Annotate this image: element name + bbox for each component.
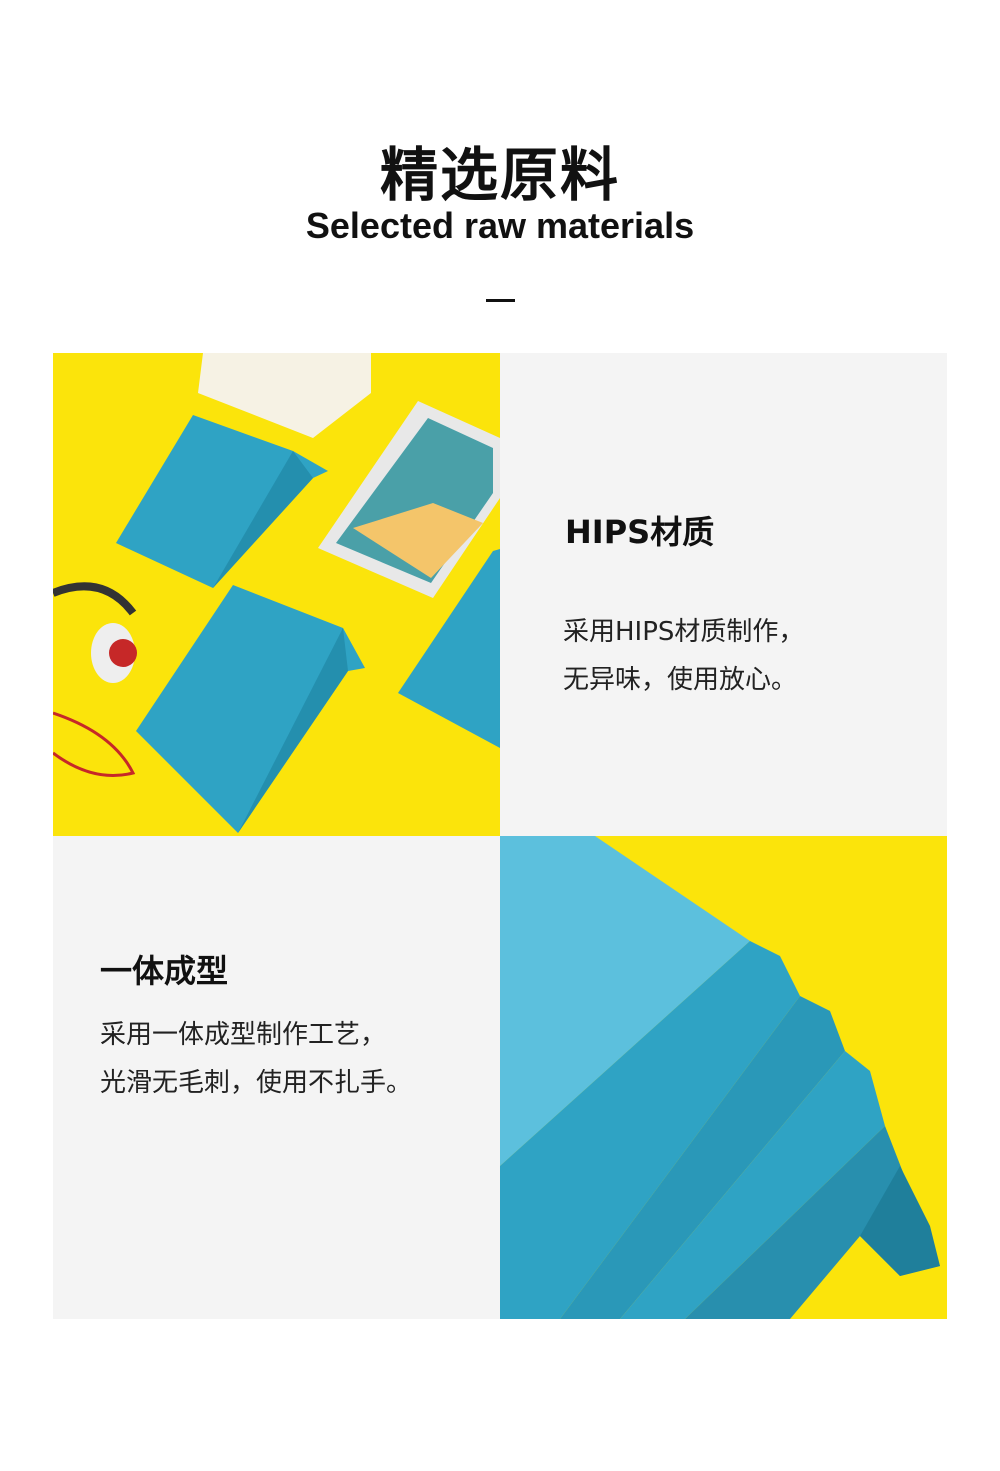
feature-description: 采用一体成型制作工艺， 光滑无毛刺，使用不扎手。 (100, 1011, 412, 1107)
divider (486, 299, 515, 302)
feature-line: 采用一体成型制作工艺， (100, 1020, 387, 1050)
feature-line: 光滑无毛刺，使用不扎手。 (100, 1068, 413, 1098)
feature-line: 采用HIPS材质制作， (563, 617, 805, 647)
page-subtitle: Selected raw materials (305, 205, 695, 246)
page-title: 精选原料 (379, 141, 620, 209)
feature-heading: 一体成型 (100, 952, 229, 990)
feature-grid: HIPS材质 采用HIPS材质制作， 无异味，使用放心。 一体成型 采用一体成型… (53, 353, 947, 1319)
feature-hips: HIPS材质 采用HIPS材质制作， 无异味，使用放心。 (500, 353, 947, 836)
product-scene-image (53, 353, 500, 836)
feature-one-piece: 一体成型 采用一体成型制作工艺， 光滑无毛刺，使用不扎手。 (53, 836, 500, 1319)
feature-description: 采用HIPS材质制作， 无异味，使用放心。 (563, 608, 804, 704)
feature-heading: HIPS材质 (565, 513, 715, 551)
feature-line: 无异味，使用放心。 (563, 665, 798, 695)
product-closeup-image (500, 836, 947, 1319)
